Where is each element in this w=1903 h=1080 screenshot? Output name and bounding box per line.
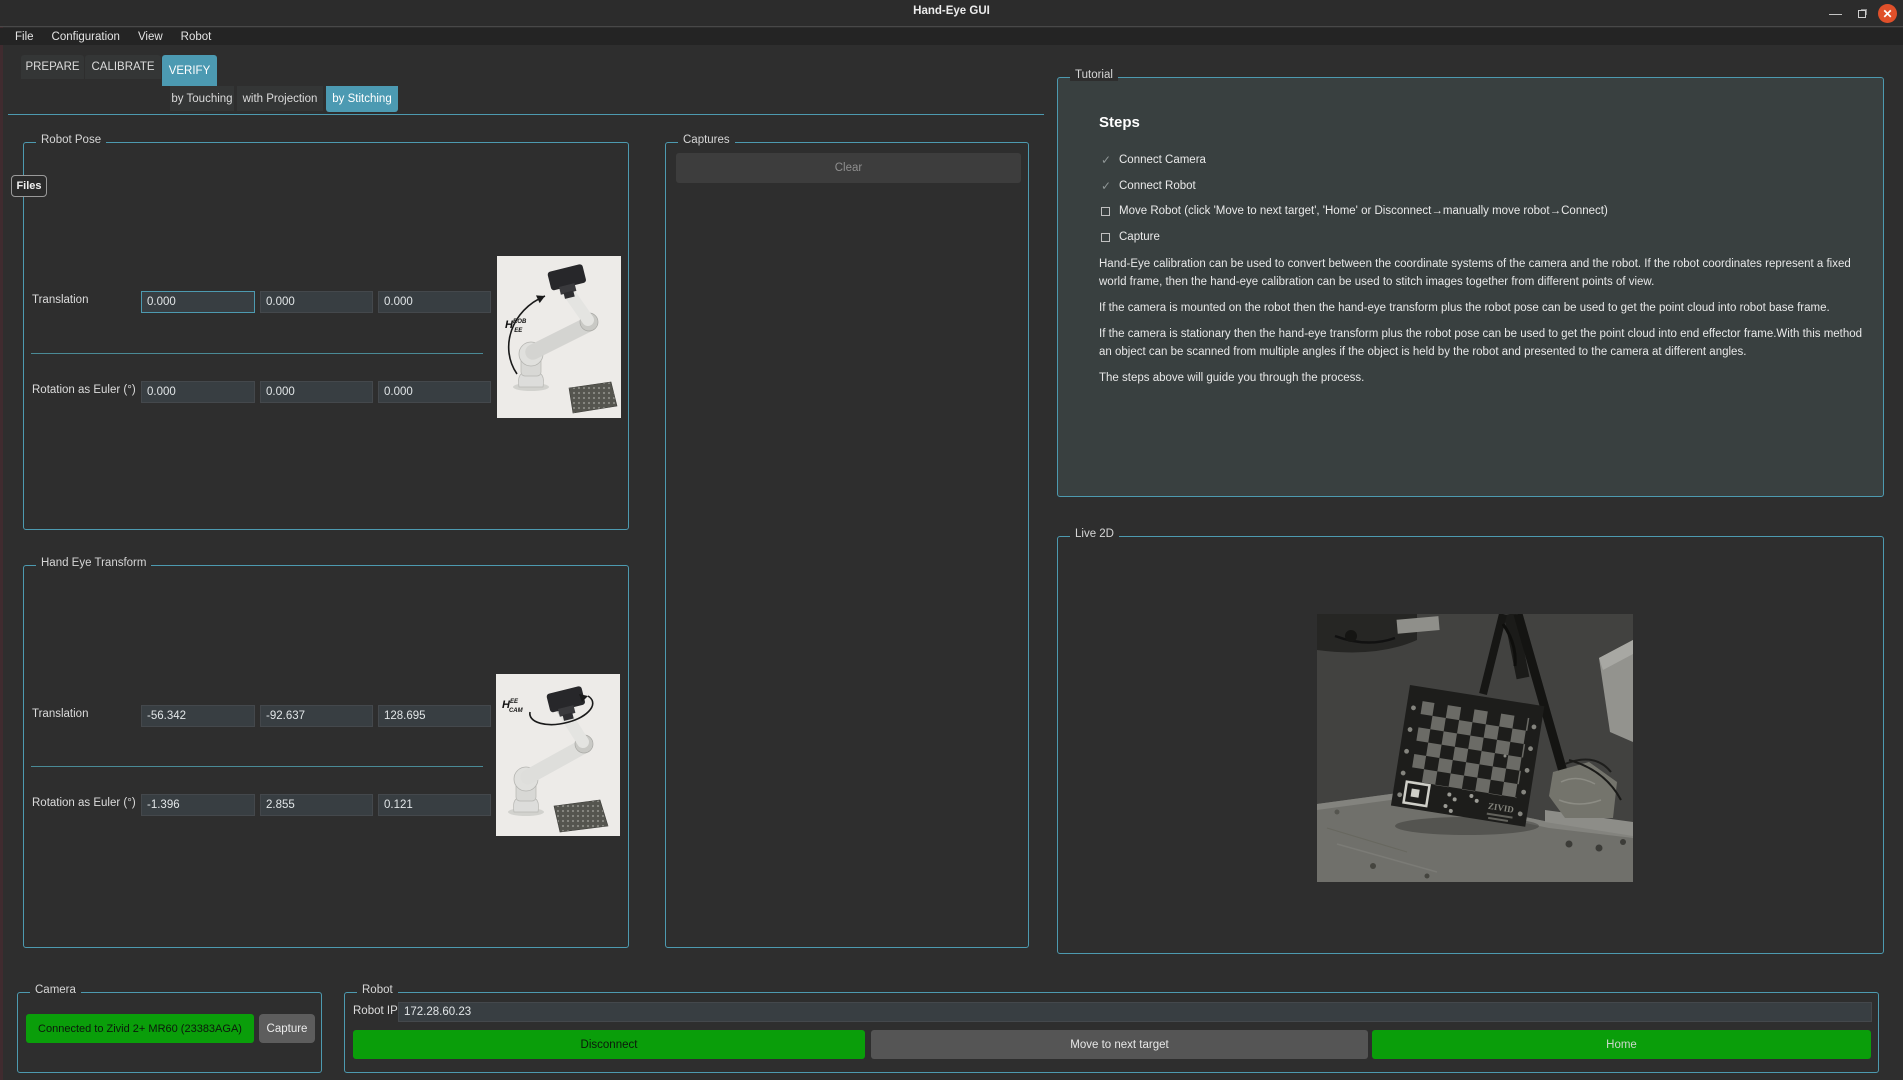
subtab-by-stitching[interactable]: by Stitching [326, 86, 398, 112]
minimize-icon[interactable]: ― [1826, 4, 1845, 23]
robot-pose-group-title: Robot Pose [36, 134, 106, 146]
menu-robot[interactable]: Robot [172, 30, 221, 44]
diagram-label-sub: EE [514, 328, 523, 334]
maximize-icon[interactable] [1852, 4, 1871, 23]
menu-file[interactable]: File [6, 30, 43, 44]
files-tab[interactable]: Files [11, 175, 47, 197]
captures-group: Captures Clear [665, 142, 1029, 948]
tutorial-paragraph: The steps above will guide you through t… [1099, 370, 1867, 388]
tab-prepare[interactable]: PREPARE [21, 55, 84, 79]
camera-status-button[interactable]: Connected to Zivid 2+ MR60 (23383AGA) [26, 1014, 254, 1043]
robot-pose-rotation-x[interactable]: 0.000 [141, 381, 255, 403]
robot-pose-rotation-z[interactable]: 0.000 [378, 381, 491, 403]
subtab-with-projection[interactable]: with Projection [237, 86, 323, 111]
robot-pose-translation-label: Translation [32, 294, 88, 306]
hand-eye-group-title: Hand Eye Transform [36, 557, 151, 569]
screen-edge [0, 27, 3, 1080]
diagram-label-sup: EE [510, 699, 519, 705]
hand-eye-translation-x[interactable]: -56.342 [141, 705, 255, 727]
hand-eye-translation-label: Translation [32, 708, 88, 720]
live-2d-camera-feed: ZIVID [1317, 614, 1633, 882]
tab-calibrate[interactable]: CALIBRATE [85, 55, 161, 79]
step-label: Capture [1119, 231, 1160, 243]
diagram-label-sub: CAM [509, 708, 524, 714]
tutorial-group: Tutorial Steps ✓ Connect Camera ✓ Connec… [1057, 77, 1884, 497]
hand-eye-rotation-z[interactable]: 0.121 [378, 794, 491, 816]
step-capture: Capture [1101, 230, 1160, 244]
close-icon[interactable]: ✕ [1878, 4, 1897, 23]
tutorial-paragraph: If the camera is mounted on the robot th… [1099, 300, 1867, 318]
hand-eye-separator [31, 766, 483, 767]
hand-eye-rotation-x[interactable]: -1.396 [141, 794, 255, 816]
hand-eye-transform-group: Hand Eye Transform Translation -56.342 -… [23, 565, 629, 948]
menu-bar: File Configuration View Robot [0, 28, 1903, 45]
title-bar: Hand-Eye GUI ― ✕ [0, 0, 1903, 27]
tab-verify[interactable]: VERIFY [162, 55, 217, 86]
step-label: Connect Robot [1119, 180, 1196, 192]
clear-button[interactable]: Clear [676, 153, 1021, 183]
tab-pane-border [8, 114, 1044, 115]
tutorial-paragraph: Hand-Eye calibration can be used to conv… [1099, 256, 1867, 291]
robot-group: Robot Robot IP 172.28.60.23 Disconnect M… [344, 992, 1879, 1073]
hand-eye-rotation-label: Rotation as Euler (°) [32, 797, 136, 809]
live-2d-group-title: Live 2D [1070, 528, 1119, 540]
robot-ip-field[interactable]: 172.28.60.23 [398, 1002, 1872, 1022]
steps-heading: Steps [1099, 114, 1140, 131]
check-icon: ✓ [1101, 179, 1115, 193]
disconnect-button[interactable]: Disconnect [353, 1030, 865, 1059]
hand-eye-rotation-y[interactable]: 2.855 [260, 794, 373, 816]
step-label: Move Robot (click 'Move to next target',… [1119, 205, 1608, 217]
tutorial-paragraph: If the camera is stationary then the han… [1099, 326, 1867, 361]
camera-group: Camera Connected to Zivid 2+ MR60 (23383… [17, 992, 322, 1073]
robot-base-to-ee-diagram: HROBEE [497, 256, 621, 418]
tutorial-group-title: Tutorial [1070, 69, 1118, 81]
live-2d-group: Live 2D [1057, 536, 1884, 954]
step-label: Connect Camera [1119, 154, 1206, 166]
capture-button[interactable]: Capture [259, 1014, 315, 1043]
diagram-label-sup: ROB [513, 319, 527, 325]
robot-pose-rotation-y[interactable]: 0.000 [260, 381, 373, 403]
checkbox-unchecked-icon [1101, 207, 1110, 216]
robot-group-title: Robot [357, 984, 398, 996]
check-icon: ✓ [1101, 153, 1115, 167]
window-title: Hand-Eye GUI [0, 5, 1903, 17]
home-button[interactable]: Home [1372, 1030, 1871, 1059]
robot-pose-separator [31, 353, 483, 354]
robot-ip-label: Robot IP [353, 1005, 398, 1017]
robot-pose-translation-x[interactable]: 0.000 [141, 291, 255, 313]
hand-eye-translation-y[interactable]: -92.637 [260, 705, 373, 727]
subtab-by-touching[interactable]: by Touching [170, 86, 234, 111]
step-connect-robot: ✓ Connect Robot [1101, 179, 1196, 193]
step-move-robot: Move Robot (click 'Move to next target',… [1101, 204, 1608, 218]
captures-group-title: Captures [678, 134, 735, 146]
ee-to-camera-diagram: HEECAM [496, 674, 620, 836]
robot-pose-translation-y[interactable]: 0.000 [260, 291, 373, 313]
camera-group-title: Camera [30, 984, 81, 996]
checkbox-unchecked-icon [1101, 233, 1110, 242]
menu-configuration[interactable]: Configuration [43, 30, 129, 44]
step-connect-camera: ✓ Connect Camera [1101, 153, 1206, 167]
hand-eye-translation-z[interactable]: 128.695 [378, 705, 491, 727]
robot-pose-translation-z[interactable]: 0.000 [378, 291, 491, 313]
robot-pose-rotation-label: Rotation as Euler (°) [32, 384, 136, 396]
menu-view[interactable]: View [129, 30, 172, 44]
move-to-next-target-button[interactable]: Move to next target [871, 1030, 1368, 1059]
robot-pose-group: Robot Pose Files Translation 0.000 0.000… [23, 142, 629, 530]
application-window: Hand-Eye GUI ― ✕ File Configuration View… [0, 0, 1903, 1080]
